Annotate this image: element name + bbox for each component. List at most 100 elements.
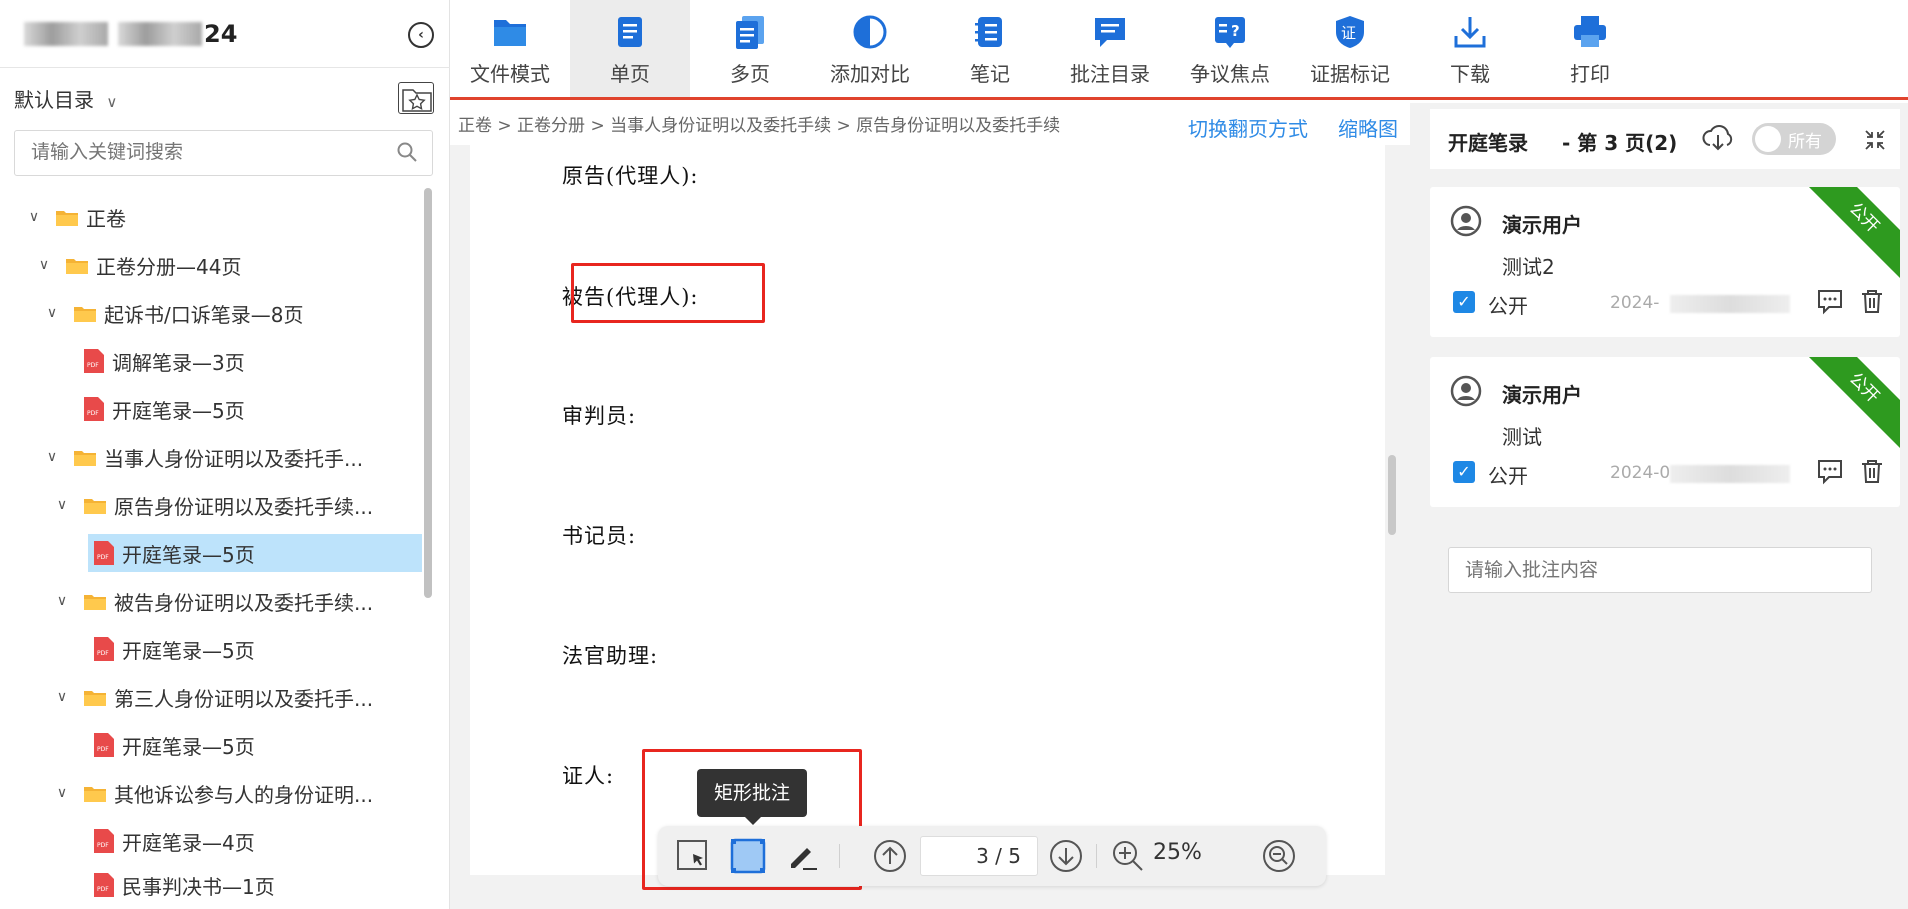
comment-icon[interactable]: [1816, 457, 1844, 485]
chevron-down-icon[interactable]: ∨: [52, 785, 72, 801]
toolbar-download-button[interactable]: 下载: [1410, 0, 1530, 97]
document-scrollbar[interactable]: [1388, 455, 1396, 535]
tree-label: 当事人身份证明以及委托手...: [104, 446, 364, 471]
select-pointer-icon[interactable]: [675, 838, 711, 874]
breadcrumb[interactable]: 正卷 > 正卷分册 > 当事人身份证明以及委托手续 > 原告身份证明以及委托手续: [458, 111, 1060, 136]
tree-folder[interactable]: ∨ 原告身份证明以及委托手续...: [52, 486, 373, 524]
chevron-down-icon[interactable]: ∨: [52, 689, 72, 705]
pdf-file-icon: PDF: [94, 873, 114, 897]
tree-label: 原告身份证明以及委托手续...: [114, 494, 374, 519]
search-icon[interactable]: [396, 141, 418, 163]
tree-folder[interactable]: ∨ 起诉书/口诉笔录—8页: [42, 294, 304, 332]
highlight-defendant-box: [571, 263, 765, 323]
svg-text:证: 证: [1341, 24, 1356, 42]
tree-file[interactable]: PDF 开庭笔录—4页: [94, 822, 255, 860]
single-page-icon: [618, 17, 642, 47]
tree-file-selected[interactable]: PDF 开庭笔录—5页: [88, 534, 422, 572]
toolbar-annotation-list-button[interactable]: 批注目录: [1050, 0, 1170, 97]
chevron-down-icon[interactable]: ∨: [42, 449, 62, 465]
trash-icon[interactable]: [1858, 457, 1886, 485]
tree-folder[interactable]: ∨ 正卷分册—44页: [34, 246, 242, 284]
collapse-panel-icon[interactable]: [1864, 129, 1886, 151]
svg-text:PDF: PDF: [97, 842, 109, 849]
folder-icon: [84, 498, 106, 514]
pen-icon[interactable]: [785, 838, 821, 874]
toolbar-file-mode-button[interactable]: 文件模式: [450, 0, 570, 97]
pdf-file-icon: PDF: [94, 733, 114, 757]
tree-label: 开庭笔录—5页: [122, 734, 255, 759]
tree-file[interactable]: PDF 民事判决书—1页: [94, 870, 275, 900]
divider: [1096, 844, 1097, 868]
page-number-input[interactable]: 3 / 5: [920, 836, 1038, 876]
notes-title: 开庭笔录: [1448, 131, 1528, 155]
tree-folder[interactable]: ∨ 其他诉讼参与人的身份证明...: [52, 774, 373, 812]
thumbnails-link[interactable]: 缩略图: [1338, 113, 1398, 142]
folder-icon: [84, 786, 106, 802]
tree-file[interactable]: PDF 开庭笔录—5页: [94, 726, 255, 764]
toolbar-add-compare-button[interactable]: 添加对比: [810, 0, 930, 97]
svg-text:PDF: PDF: [97, 650, 109, 657]
chevron-down-icon[interactable]: ∨: [24, 209, 44, 225]
user-avatar-icon: [1450, 375, 1482, 407]
toggle-label: 所有: [1788, 132, 1822, 152]
sidebar: 24 ‹ 默认目录 ∨ ∨ 正卷: [0, 0, 450, 909]
folder-icon: [74, 450, 96, 466]
public-checkbox[interactable]: ✓: [1453, 461, 1475, 483]
trash-icon[interactable]: [1858, 287, 1886, 315]
cloud-download-icon[interactable]: [1702, 123, 1734, 153]
compare-icon: [853, 15, 887, 49]
search-input[interactable]: [31, 131, 391, 173]
comment-icon[interactable]: [1816, 287, 1844, 315]
previous-page-icon[interactable]: [872, 838, 908, 874]
toolbar-label: 单页: [610, 62, 650, 86]
chevron-down-icon[interactable]: ∨: [34, 257, 54, 273]
toolbar-notes-button[interactable]: 笔记: [930, 0, 1050, 97]
app-root: 24 ‹ 默认目录 ∨ ∨ 正卷: [0, 0, 1908, 909]
toolbar-multi-page-button[interactable]: 多页: [690, 0, 810, 97]
note-content-input[interactable]: [1465, 548, 1865, 592]
collapse-sidebar-icon[interactable]: ‹: [408, 22, 434, 48]
toggle-knob: [1755, 126, 1781, 152]
zoom-out-icon[interactable]: [1261, 838, 1297, 874]
zoom-in-icon[interactable]: [1110, 838, 1146, 874]
note-user: 演示用户: [1502, 213, 1582, 237]
folder-icon: [66, 258, 88, 274]
public-ribbon: 公开: [1802, 357, 1900, 450]
favorite-folder-button[interactable]: [398, 82, 434, 114]
annotation-pager-toolbar: 3 / 5 25%: [658, 826, 1326, 886]
toolbar-evidence-mark-button[interactable]: 证 证据标记: [1290, 0, 1410, 97]
redacted-case-number: [118, 22, 202, 46]
directory-selector[interactable]: 默认目录 ∨: [14, 84, 117, 113]
sidebar-header: 24 ‹: [0, 0, 450, 68]
chevron-down-icon[interactable]: ∨: [52, 497, 72, 513]
visibility-toggle[interactable]: 所有: [1752, 123, 1836, 155]
tree-folder[interactable]: ∨ 正卷: [24, 198, 126, 236]
evidence-icon: 证: [1336, 16, 1364, 48]
public-checkbox[interactable]: ✓: [1453, 291, 1475, 313]
search-box: [14, 130, 433, 176]
pdf-file-icon: PDF: [84, 349, 104, 373]
divider: [839, 844, 840, 868]
rectangle-annotation-icon[interactable]: [730, 838, 766, 874]
tree-file[interactable]: PDF 调解笔录—3页: [84, 342, 245, 380]
tree-folder[interactable]: ∨ 被告身份证明以及委托手续...: [52, 582, 373, 620]
sidebar-scrollbar[interactable]: [424, 188, 432, 598]
tree-file[interactable]: PDF 开庭笔录—5页: [84, 390, 245, 428]
tree-folder[interactable]: ∨ 第三人身份证明以及委托手...: [52, 678, 373, 716]
switch-page-mode-link[interactable]: 切换翻页方式: [1188, 113, 1308, 142]
next-page-icon[interactable]: [1048, 838, 1084, 874]
toolbar-dispute-focus-button[interactable]: ? 争议焦点: [1170, 0, 1290, 97]
tree-folder[interactable]: ∨ 当事人身份证明以及委托手...: [42, 438, 363, 476]
toolbar-print-button[interactable]: 打印: [1530, 0, 1650, 97]
note-date: 2024-0: [1610, 463, 1671, 483]
folder-icon: [74, 306, 96, 322]
tree-file[interactable]: PDF 开庭笔录—5页: [94, 630, 255, 668]
doc-line-judge: 审判员:: [562, 404, 637, 428]
multi-page-icon: [736, 16, 764, 49]
chevron-down-icon[interactable]: ∨: [52, 593, 72, 609]
chevron-down-icon[interactable]: ∨: [42, 305, 62, 321]
notes-panel: 开庭笔录 - 第 3 页(2) 所有 公开 演示用户 测试2 ✓ 公开 2024…: [1410, 103, 1908, 909]
tree-label: 民事判决书—1页: [122, 874, 275, 899]
toolbar-single-page-button[interactable]: 单页: [570, 0, 690, 97]
zoom-level: 25%: [1153, 840, 1202, 865]
